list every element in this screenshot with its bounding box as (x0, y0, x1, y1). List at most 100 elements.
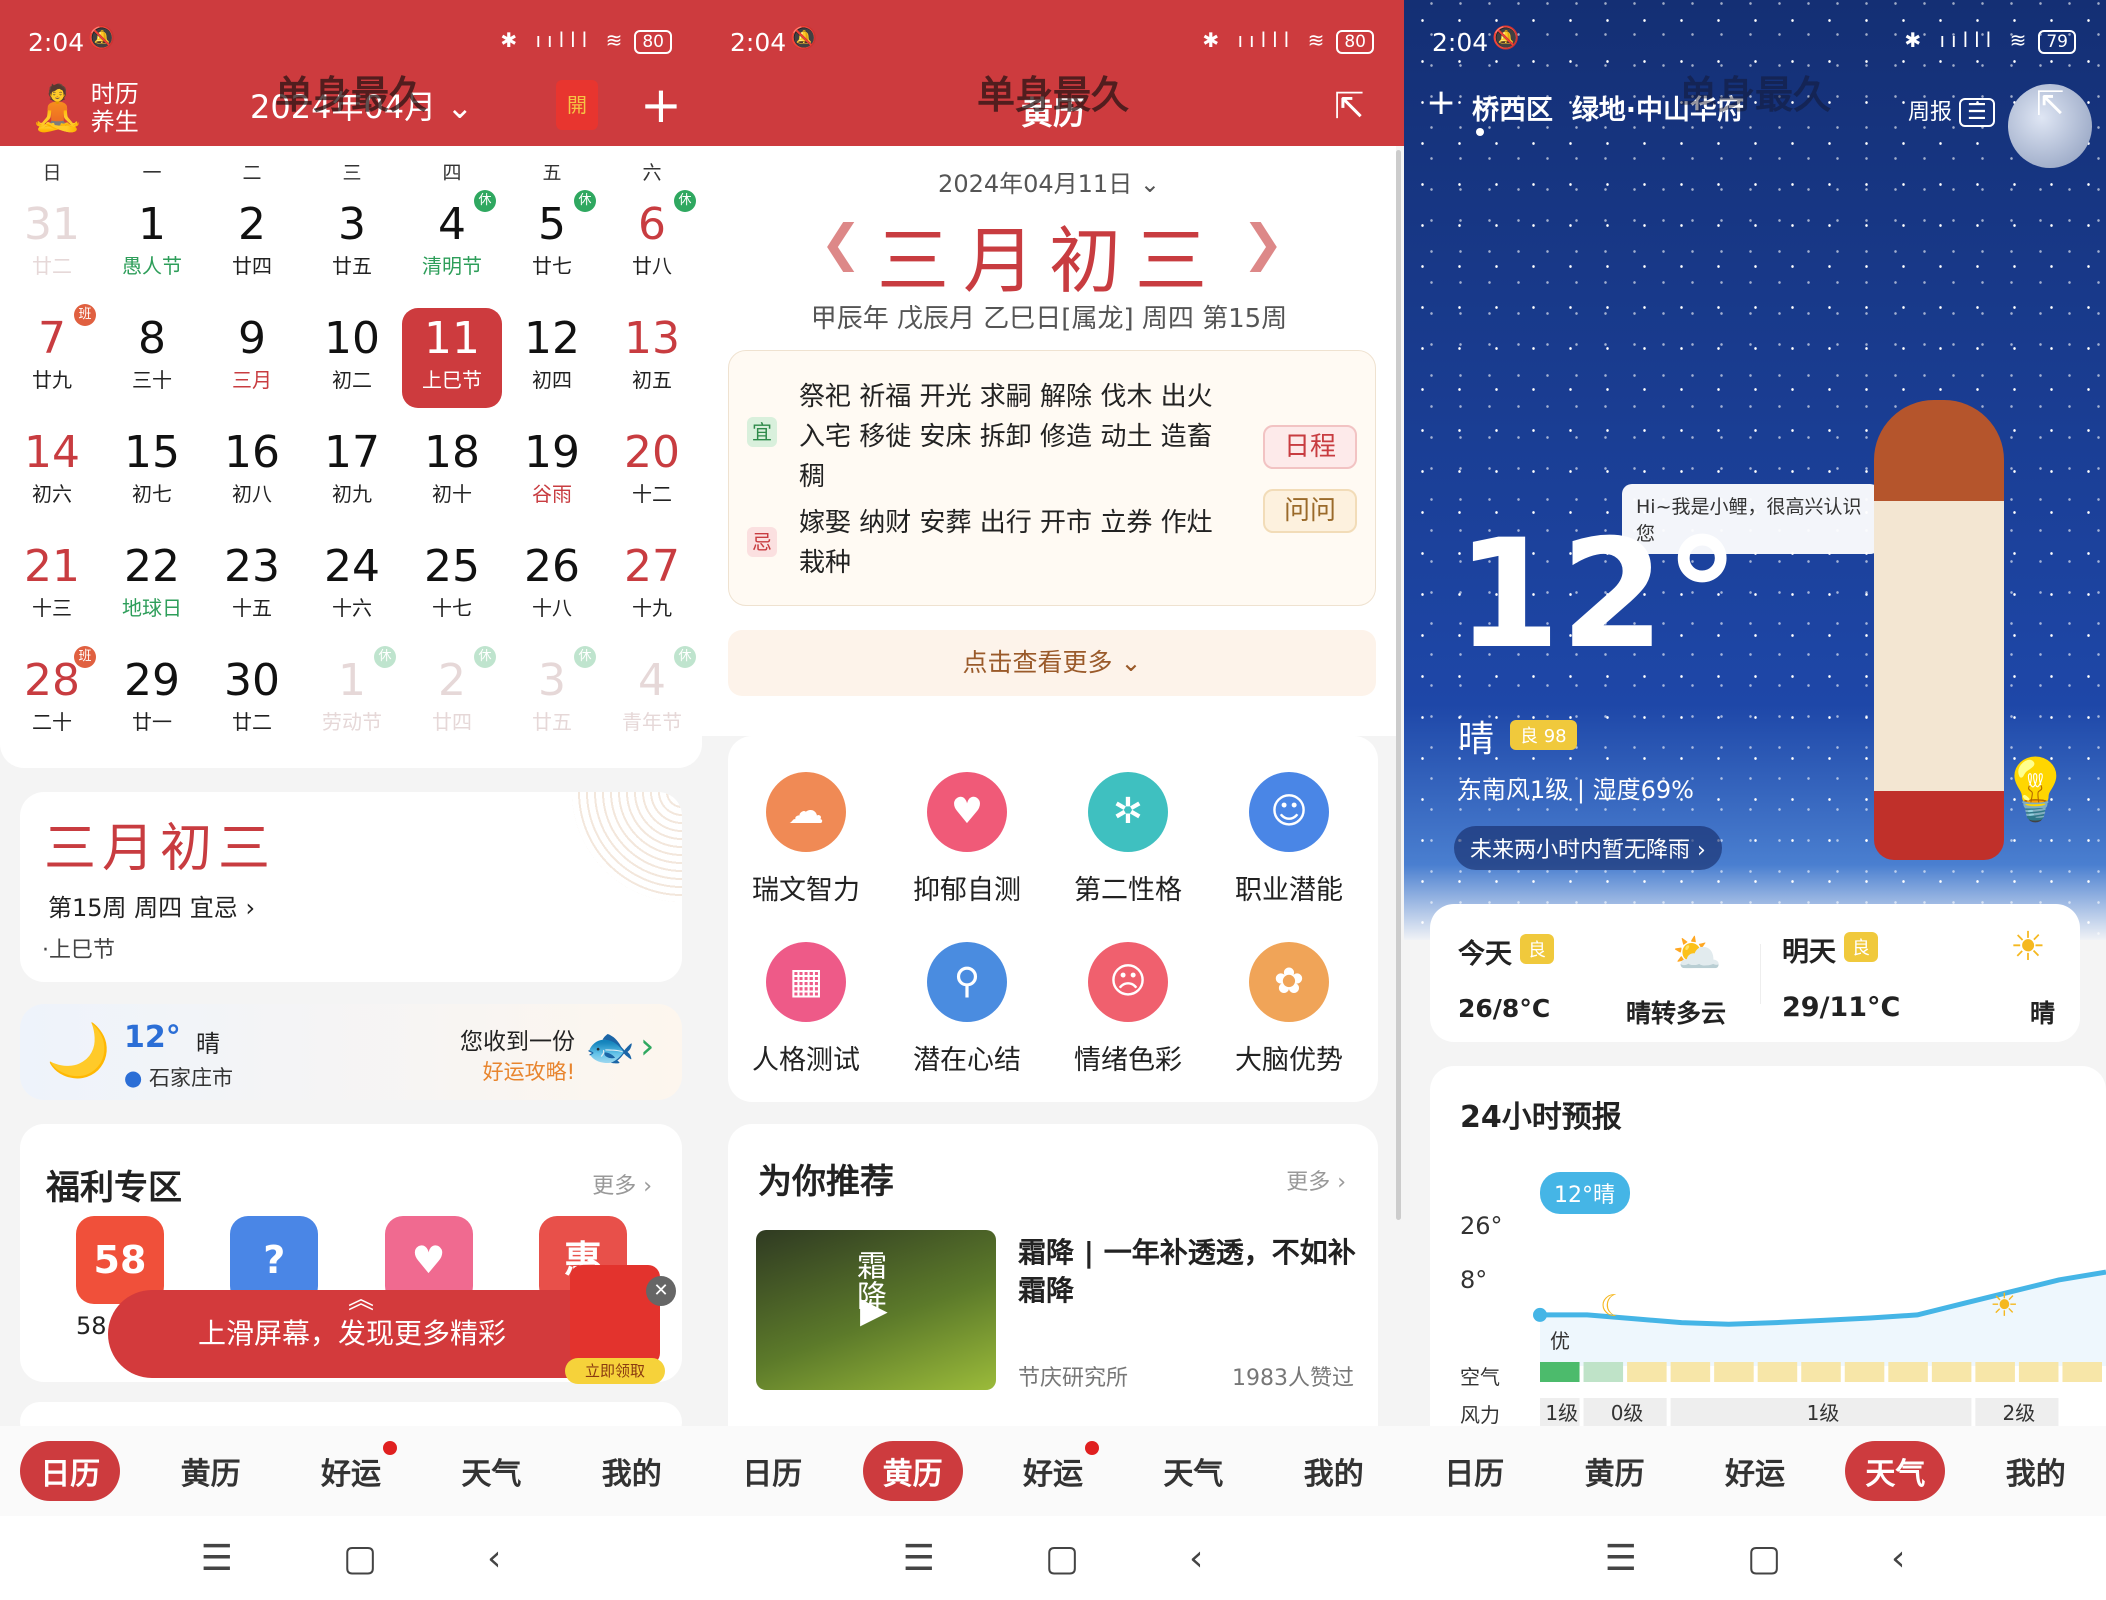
day-cell[interactable]: 7 廿九班 (2, 304, 102, 408)
test-icon[interactable]: ☁ (766, 772, 846, 852)
mascot-bubble[interactable]: Hi~我是小鲤，很高兴认识您 (1622, 484, 1880, 554)
play-icon[interactable]: ▶ (860, 1290, 888, 1331)
tab-3[interactable]: 天气 (441, 1441, 541, 1501)
view-more-button[interactable]: 点击查看更多 ⌄ (728, 630, 1376, 696)
menu-icon[interactable]: ☰ (903, 1538, 935, 1579)
test-label[interactable]: 情绪色彩 (1048, 1038, 1208, 1077)
day-cell[interactable]: 1 愚人节 (102, 194, 202, 294)
day-cell[interactable]: 2 廿四 (202, 194, 302, 294)
day-cell[interactable]: 20 十二 (602, 422, 702, 522)
test-label[interactable]: 潜在心结 (887, 1038, 1047, 1077)
rain-notice[interactable]: 未来两小时内暂无降雨 › (1454, 826, 1722, 870)
back-icon[interactable]: ‹ (487, 1538, 501, 1579)
day-cell[interactable]: 3 廿五休 (502, 646, 602, 750)
day-cell[interactable]: 16 初八 (202, 422, 302, 522)
tab-4[interactable]: 我的 (1986, 1441, 2086, 1501)
tab-2[interactable]: 好运 (1705, 1441, 1805, 1501)
tab-0[interactable]: 日历 (20, 1441, 121, 1501)
schedule-button[interactable]: 日程 (1263, 425, 1357, 469)
add-icon[interactable]: + (640, 76, 682, 134)
day-cell[interactable]: 21 十三 (2, 536, 102, 636)
test-label[interactable]: 第二性格 (1048, 868, 1208, 907)
day-cell[interactable]: 4 清明节休 (402, 190, 502, 294)
mascot-character[interactable] (1874, 400, 2004, 860)
day-cell[interactable]: 6 廿八休 (602, 190, 702, 294)
home-icon[interactable]: ▢ (1045, 1538, 1079, 1579)
chevron-right-icon[interactable]: › (640, 1026, 654, 1067)
test-icon[interactable]: ♥ (927, 772, 1007, 852)
day-cell[interactable]: 27 十九 (602, 536, 702, 636)
day-cell[interactable]: 31 廿二 (2, 194, 102, 294)
home-icon[interactable]: ▢ (343, 1538, 377, 1579)
menu-icon[interactable]: ☰ (201, 1538, 233, 1579)
day-cell[interactable]: 15 初七 (102, 422, 202, 522)
date-selector[interactable]: 2024年04月11日 ⌄ (702, 164, 1396, 199)
day-cell[interactable]: 23 十五 (202, 536, 302, 636)
scrollbar[interactable] (1396, 150, 1401, 1220)
day-cell[interactable]: 28 二十班 (2, 646, 102, 750)
article-thumbnail[interactable]: 霜降 ▶ (756, 1230, 996, 1390)
day-cell[interactable]: 30 廿二 (202, 650, 302, 750)
claim-button[interactable]: 立即领取 (565, 1358, 665, 1384)
test-label[interactable]: 抑郁自测 (887, 868, 1047, 907)
tab-1[interactable]: 黄历 (1565, 1441, 1665, 1501)
ask-button[interactable]: 问问 (1263, 489, 1357, 533)
share-icon[interactable]: ⇱ (1334, 86, 1364, 127)
day-cell[interactable]: 3 廿五 (302, 194, 402, 294)
home-icon[interactable]: ▢ (1747, 1538, 1781, 1579)
day-cell[interactable]: 25 十七 (402, 536, 502, 636)
test-label[interactable]: 瑞文智力 (726, 868, 886, 907)
test-icon[interactable]: ☹ (1088, 942, 1168, 1022)
month-selector[interactable]: 2024年04月 ⌄ (250, 82, 473, 128)
day-cell[interactable]: 24 十六 (302, 536, 402, 636)
tab-3[interactable]: 天气 (1845, 1441, 1946, 1501)
close-icon[interactable]: ✕ (646, 1276, 676, 1306)
tab-0[interactable]: 日历 (722, 1441, 822, 1501)
more-link[interactable]: 更多 › (592, 1168, 652, 1200)
share-icon[interactable]: ⇱ (2036, 84, 2065, 124)
day-cell[interactable]: 11 上巳节 (402, 308, 502, 408)
day-cell[interactable]: 18 初十 (402, 422, 502, 522)
day-cell[interactable]: 4 青年节休 (602, 646, 702, 750)
add-city-icon[interactable]: + (1426, 82, 1456, 123)
weather-promo-card[interactable]: 🌙 12° 晴 ● 石家庄市 您收到一份 好运攻略! 🐟 › (20, 1004, 682, 1100)
test-icon[interactable]: ▦ (766, 942, 846, 1022)
day-cell[interactable]: 10 初二 (302, 308, 402, 408)
lunar-card[interactable]: 三月初三 第15周 周四 宜忌 › ·上巳节 (20, 792, 682, 982)
tab-1[interactable]: 黄历 (161, 1441, 261, 1501)
daily-summary-card[interactable]: 今天 良 ⛅ 26/8°C 晴转多云 明天 良 ☀ 29/11°C 晴 (1430, 904, 2080, 1042)
test-label[interactable]: 人格测试 (726, 1038, 886, 1077)
menu-icon[interactable]: ☰ (1605, 1538, 1637, 1579)
tab-2[interactable]: 好运 (301, 1441, 401, 1501)
tab-4[interactable]: 我的 (1284, 1441, 1384, 1501)
aqi-badge[interactable]: 良 98 (1510, 720, 1577, 750)
day-cell[interactable]: 5 廿七休 (502, 190, 602, 294)
day-cell[interactable]: 12 初四 (502, 308, 602, 408)
day-cell[interactable]: 1 劳动节休 (302, 646, 402, 750)
back-icon[interactable]: ‹ (1891, 1538, 1905, 1579)
test-icon[interactable]: ✲ (1088, 772, 1168, 852)
tab-2[interactable]: 好运 (1003, 1441, 1103, 1501)
tab-4[interactable]: 我的 (582, 1441, 682, 1501)
day-cell[interactable]: 14 初六 (2, 422, 102, 522)
test-icon[interactable]: ☺ (1249, 772, 1329, 852)
article-title[interactable]: 霜降 | 一年补透透，不如补霜降 (1018, 1234, 1358, 1310)
tab-1[interactable]: 黄历 (862, 1441, 963, 1501)
day-cell[interactable]: 2 廿四休 (402, 646, 502, 750)
day-cell[interactable]: 19 谷雨 (502, 422, 602, 522)
app-logo[interactable]: 🧘 时历 养生 (30, 80, 139, 136)
test-icon[interactable]: ⚲ (927, 942, 1007, 1022)
day-cell[interactable]: 22 地球日 (102, 536, 202, 636)
red-envelope-icon[interactable] (570, 1265, 660, 1365)
back-icon[interactable]: ‹ (1189, 1538, 1203, 1579)
tab-3[interactable]: 天气 (1143, 1441, 1243, 1501)
lightbulb-icon[interactable]: 💡 (1998, 754, 2073, 825)
day-cell[interactable]: 29 廿一 (102, 650, 202, 750)
weekly-report-button[interactable]: 周报 ☰ (1908, 94, 1995, 127)
tab-0[interactable]: 日历 (1424, 1441, 1524, 1501)
test-label[interactable]: 大脑优势 (1209, 1038, 1369, 1077)
next-day-icon[interactable]: ❯ (1242, 214, 1284, 272)
location-title[interactable]: 桥西区 绿地·中山华府 (1472, 88, 1744, 127)
day-cell[interactable]: 8 三十 (102, 308, 202, 408)
day-cell[interactable]: 13 初五 (602, 308, 702, 408)
